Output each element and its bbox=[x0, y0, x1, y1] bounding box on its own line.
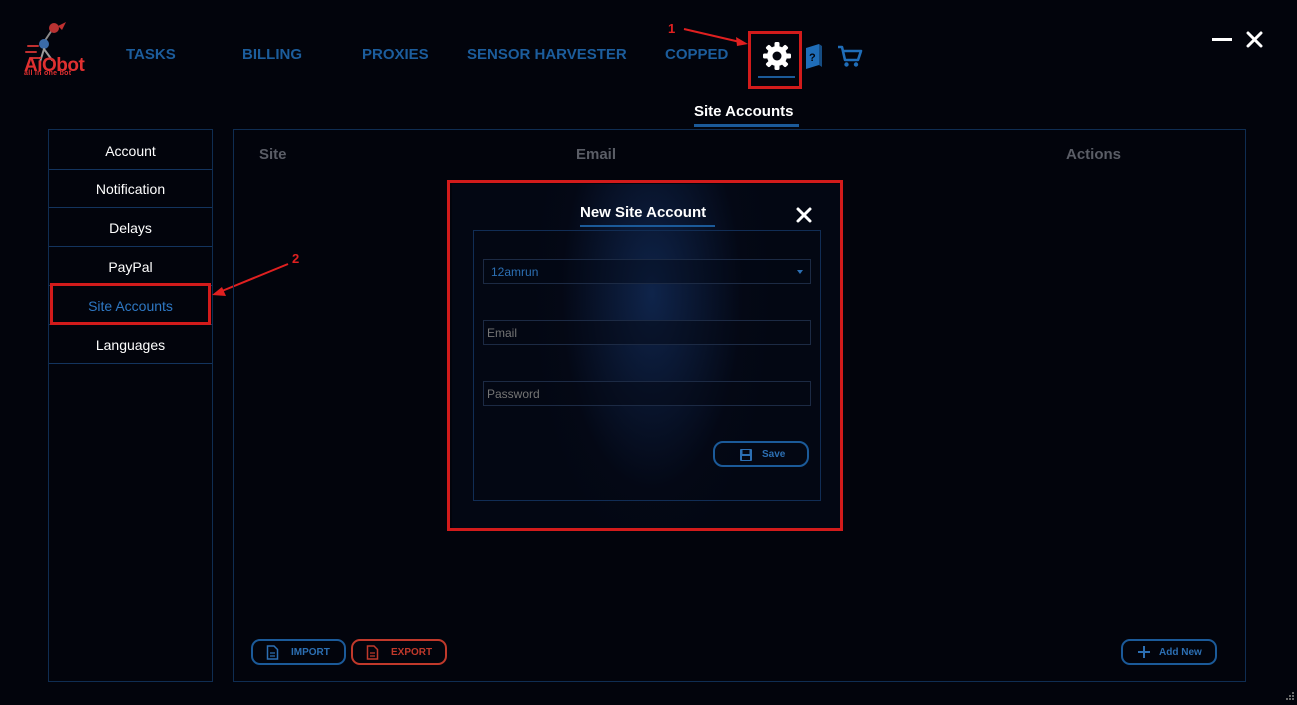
sidebar-item-site-accounts[interactable]: Site Accounts bbox=[49, 287, 212, 325]
sidebar-item-languages[interactable]: Languages bbox=[49, 326, 212, 364]
export-file-icon bbox=[366, 645, 379, 660]
modal-title-underline bbox=[580, 225, 715, 227]
settings-sidebar: Account Notification Delays PayPal Site … bbox=[48, 129, 213, 682]
import-file-icon bbox=[266, 645, 279, 660]
sidebar-item-notification[interactable]: Notification bbox=[49, 170, 212, 208]
site-select[interactable]: 12amrun bbox=[483, 259, 811, 284]
export-button[interactable]: EXPORT bbox=[351, 639, 447, 665]
nav-tasks[interactable]: TASKS bbox=[126, 46, 176, 63]
column-header-actions: Actions bbox=[1066, 146, 1122, 163]
modal-title: New Site Account bbox=[580, 204, 707, 221]
export-label: EXPORT bbox=[391, 647, 433, 658]
add-new-button[interactable]: Add New bbox=[1121, 639, 1217, 665]
modal-close-icon[interactable] bbox=[795, 206, 813, 224]
cart-icon[interactable] bbox=[837, 45, 863, 68]
annotation-number-1: 1 bbox=[668, 21, 676, 36]
nav-billing[interactable]: BILLING bbox=[242, 46, 302, 63]
floppy-save-icon bbox=[740, 449, 752, 461]
page-title: Site Accounts bbox=[694, 103, 794, 120]
sidebar-item-paypal[interactable]: PayPal bbox=[49, 248, 212, 286]
chevron-down-icon bbox=[797, 270, 803, 274]
minimize-icon[interactable] bbox=[1212, 30, 1232, 48]
import-button[interactable]: IMPORT bbox=[251, 639, 346, 665]
resize-grip-icon[interactable] bbox=[1281, 689, 1295, 703]
column-header-email: Email bbox=[576, 146, 617, 163]
brand-tagline: all in one bot bbox=[24, 70, 72, 77]
sidebar-item-account[interactable]: Account bbox=[49, 132, 212, 170]
add-new-label: Add New bbox=[1159, 647, 1202, 658]
settings-active-underline bbox=[758, 76, 795, 78]
column-header-site: Site bbox=[259, 146, 287, 163]
page-title-underline bbox=[694, 124, 799, 127]
close-icon[interactable] bbox=[1246, 31, 1263, 48]
import-label: IMPORT bbox=[291, 647, 330, 658]
help-book-icon[interactable]: ? bbox=[804, 43, 824, 70]
nav-proxies[interactable]: PROXIES bbox=[362, 46, 429, 63]
plus-icon bbox=[1138, 646, 1150, 658]
site-select-value: 12amrun bbox=[491, 265, 539, 279]
nav-sensor-harvester[interactable]: SENSOR HARVESTER bbox=[467, 46, 627, 63]
svg-text:?: ? bbox=[809, 52, 816, 64]
settings-gear-icon[interactable] bbox=[761, 40, 793, 72]
sidebar-item-delays[interactable]: Delays bbox=[49, 209, 212, 247]
save-label: Save bbox=[762, 449, 786, 460]
password-input[interactable] bbox=[483, 381, 811, 406]
annotation-arrow-1-icon bbox=[683, 28, 748, 46]
email-input[interactable] bbox=[483, 320, 811, 345]
save-button[interactable]: Save bbox=[713, 441, 809, 467]
